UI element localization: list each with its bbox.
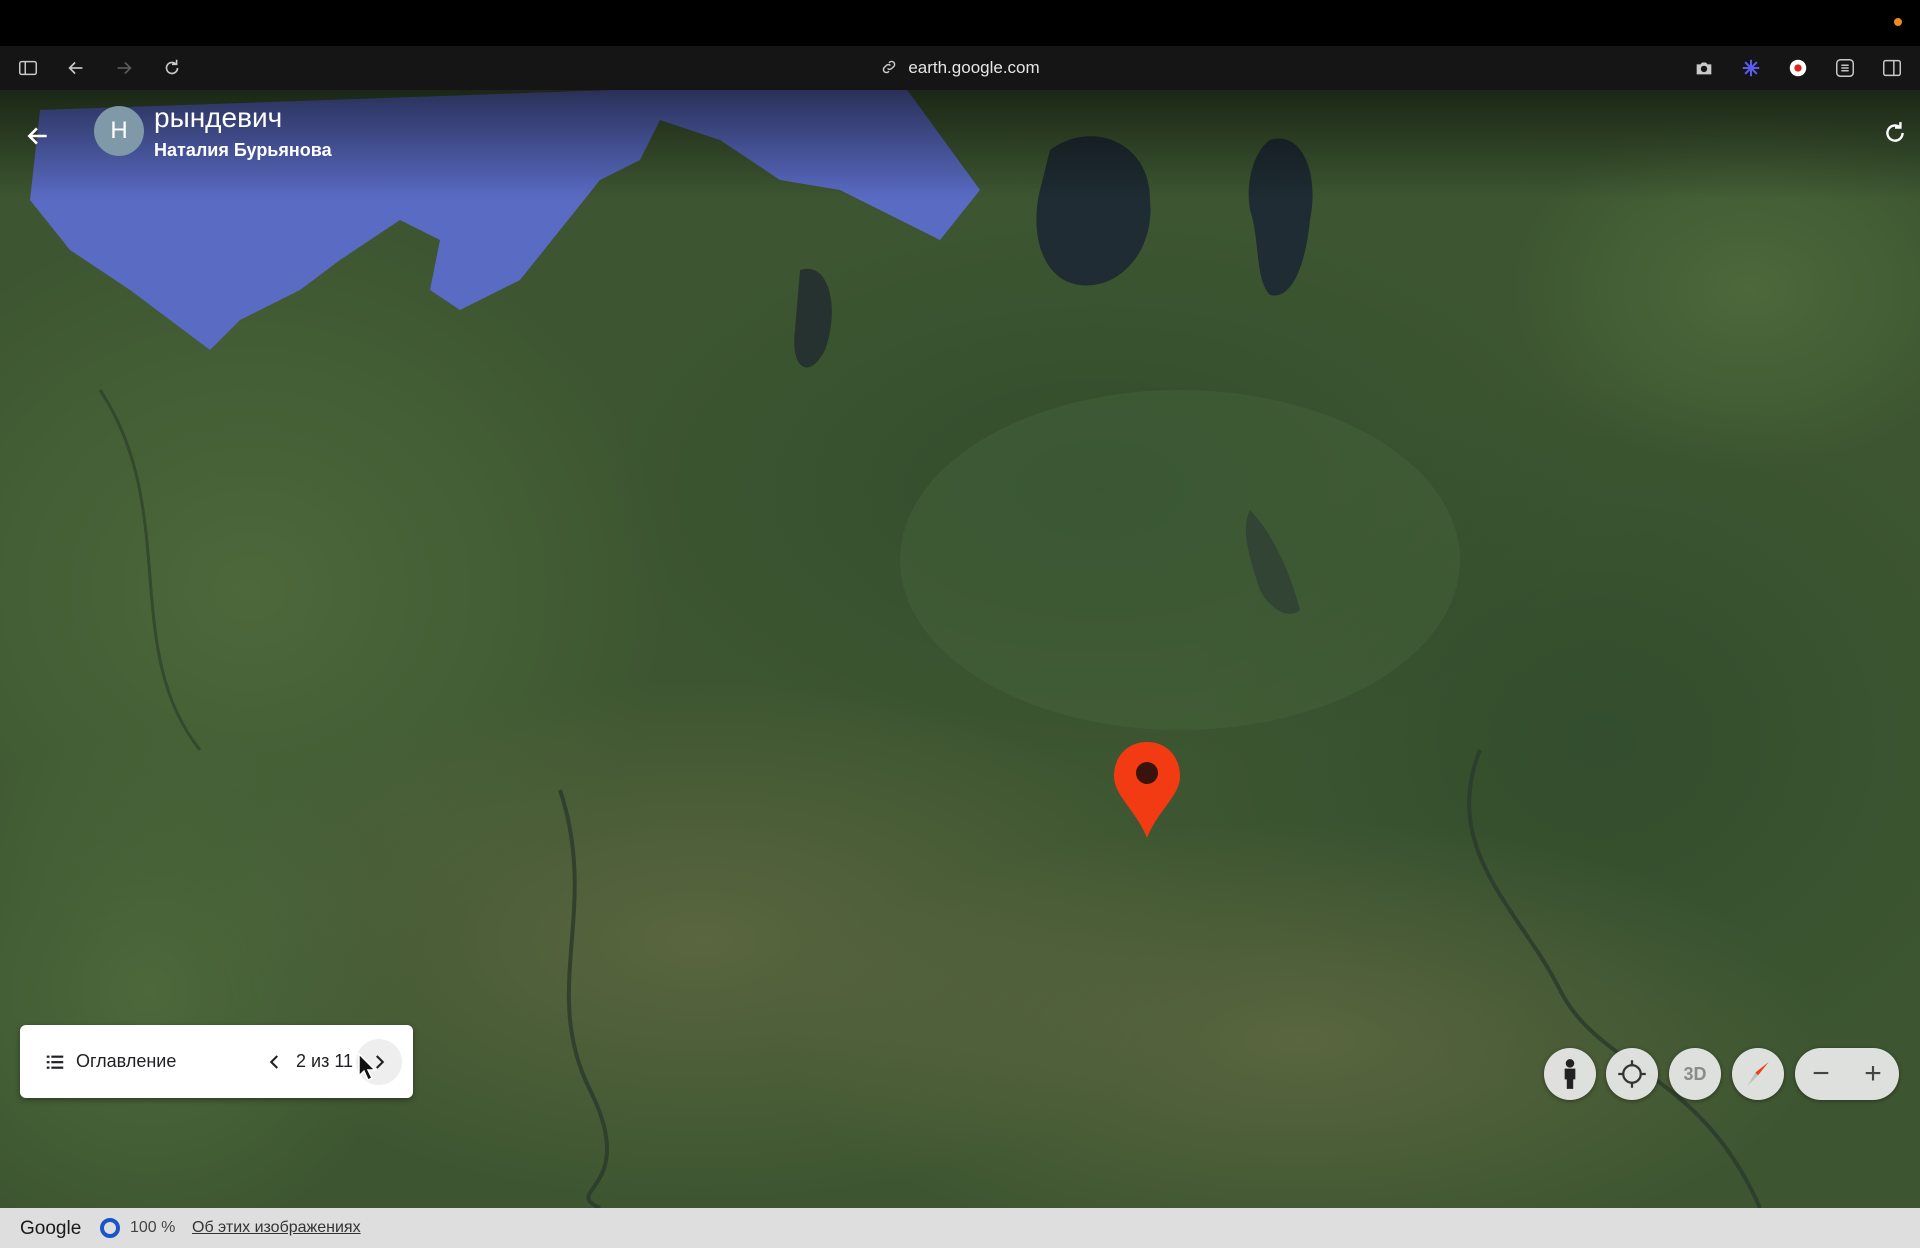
menu-icon[interactable] xyxy=(1833,56,1857,80)
status-bar: Google 100 % Об этих изображениях xyxy=(0,1208,1920,1248)
my-location-button[interactable] xyxy=(1606,1048,1658,1100)
zoom-control: − + xyxy=(1795,1048,1899,1100)
camera-icon[interactable] xyxy=(1692,56,1716,80)
toc-button[interactable]: Оглавление xyxy=(76,1051,176,1072)
loading-ring-icon xyxy=(100,1218,120,1238)
pegman-icon xyxy=(1564,1059,1576,1089)
pegman-button[interactable] xyxy=(1544,1048,1596,1100)
link-icon xyxy=(880,58,898,81)
record-icon[interactable] xyxy=(1786,56,1810,80)
previous-slide-button[interactable] xyxy=(260,1047,290,1077)
address-bar[interactable]: earth.google.com xyxy=(0,58,1920,81)
list-icon[interactable] xyxy=(44,1051,66,1073)
system-top-bar xyxy=(0,0,1920,46)
slide-counter: 2 из 11 xyxy=(296,1051,354,1071)
extension-icon[interactable] xyxy=(1739,56,1763,80)
crosshair-icon xyxy=(1618,1060,1646,1088)
story-navigator: Оглавление 2 из 11 xyxy=(20,1025,413,1098)
zoom-in-button[interactable]: + xyxy=(1847,1048,1899,1100)
recording-indicator xyxy=(1894,18,1902,26)
project-author: Наталия Бурьянова xyxy=(154,140,332,160)
compass-icon xyxy=(1747,1062,1769,1086)
browser-toolbar: earth.google.com xyxy=(0,46,1920,90)
about-imagery-link[interactable]: Об этих изображениях xyxy=(192,1219,361,1237)
compass-button[interactable] xyxy=(1732,1048,1784,1100)
url-text: earth.google.com xyxy=(908,58,1040,77)
location-pin-icon[interactable] xyxy=(1112,740,1182,840)
reset-view-icon[interactable] xyxy=(1878,116,1912,150)
split-view-icon[interactable] xyxy=(1880,56,1904,80)
back-arrow-button[interactable] xyxy=(20,118,56,154)
load-percent: 100 % xyxy=(130,1219,176,1236)
3d-toggle-button[interactable]: 3D xyxy=(1669,1048,1721,1100)
mouse-cursor-icon xyxy=(358,1052,377,1082)
author-avatar[interactable]: Н xyxy=(94,106,144,156)
google-logo: Google xyxy=(20,1218,82,1239)
chevron-left-icon xyxy=(269,1055,278,1069)
project-title: рындевич xyxy=(154,102,283,133)
zoom-out-button[interactable]: − xyxy=(1795,1048,1847,1100)
